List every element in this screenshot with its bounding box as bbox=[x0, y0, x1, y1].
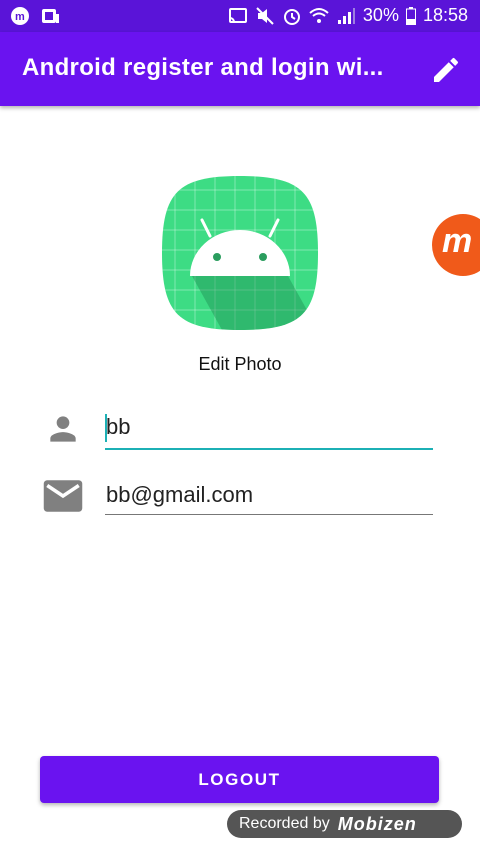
recorder-bubble-letter: m bbox=[442, 222, 473, 260]
wifi-icon bbox=[309, 7, 329, 23]
status-bar: m 30% 18:58 bbox=[0, 0, 480, 32]
person-icon bbox=[50, 416, 76, 442]
screen-record-icon bbox=[42, 9, 59, 23]
svg-text:m: m bbox=[15, 11, 25, 23]
signal-icon bbox=[337, 7, 355, 24]
edit-photo-link[interactable]: Edit Photo bbox=[140, 354, 340, 375]
clock: 18:58 bbox=[422, 5, 468, 25]
mute-icon bbox=[256, 6, 274, 25]
recording-watermark: Recorded by Mobizen bbox=[227, 810, 462, 838]
app-title: Android register and login wi... bbox=[22, 54, 384, 81]
logout-button[interactable]: LOGOUT bbox=[40, 756, 439, 803]
notification-icons: m bbox=[10, 6, 60, 26]
watermark-logo: Mobizen bbox=[337, 813, 417, 834]
system-icons: 30% 18:58 bbox=[228, 5, 468, 26]
profile-photo[interactable] bbox=[162, 176, 318, 330]
watermark-text: Recorded by bbox=[239, 815, 330, 832]
email-field-value: bb@gmail.com bbox=[106, 482, 254, 507]
cast-icon bbox=[228, 7, 247, 23]
battery-icon bbox=[405, 6, 416, 25]
recorder-floating-button[interactable]: m bbox=[432, 214, 480, 276]
name-field[interactable]: bb bbox=[105, 412, 433, 450]
edit-icon[interactable] bbox=[430, 54, 462, 86]
mobizen-notification-icon: m bbox=[11, 7, 29, 25]
battery-percent: 30% bbox=[362, 5, 399, 25]
alarm-icon bbox=[283, 8, 300, 25]
app-bar: Android register and login wi... bbox=[0, 32, 480, 106]
mail-icon bbox=[43, 480, 83, 512]
email-field[interactable]: bb@gmail.com bbox=[105, 480, 433, 515]
name-field-value: bb bbox=[106, 414, 131, 439]
